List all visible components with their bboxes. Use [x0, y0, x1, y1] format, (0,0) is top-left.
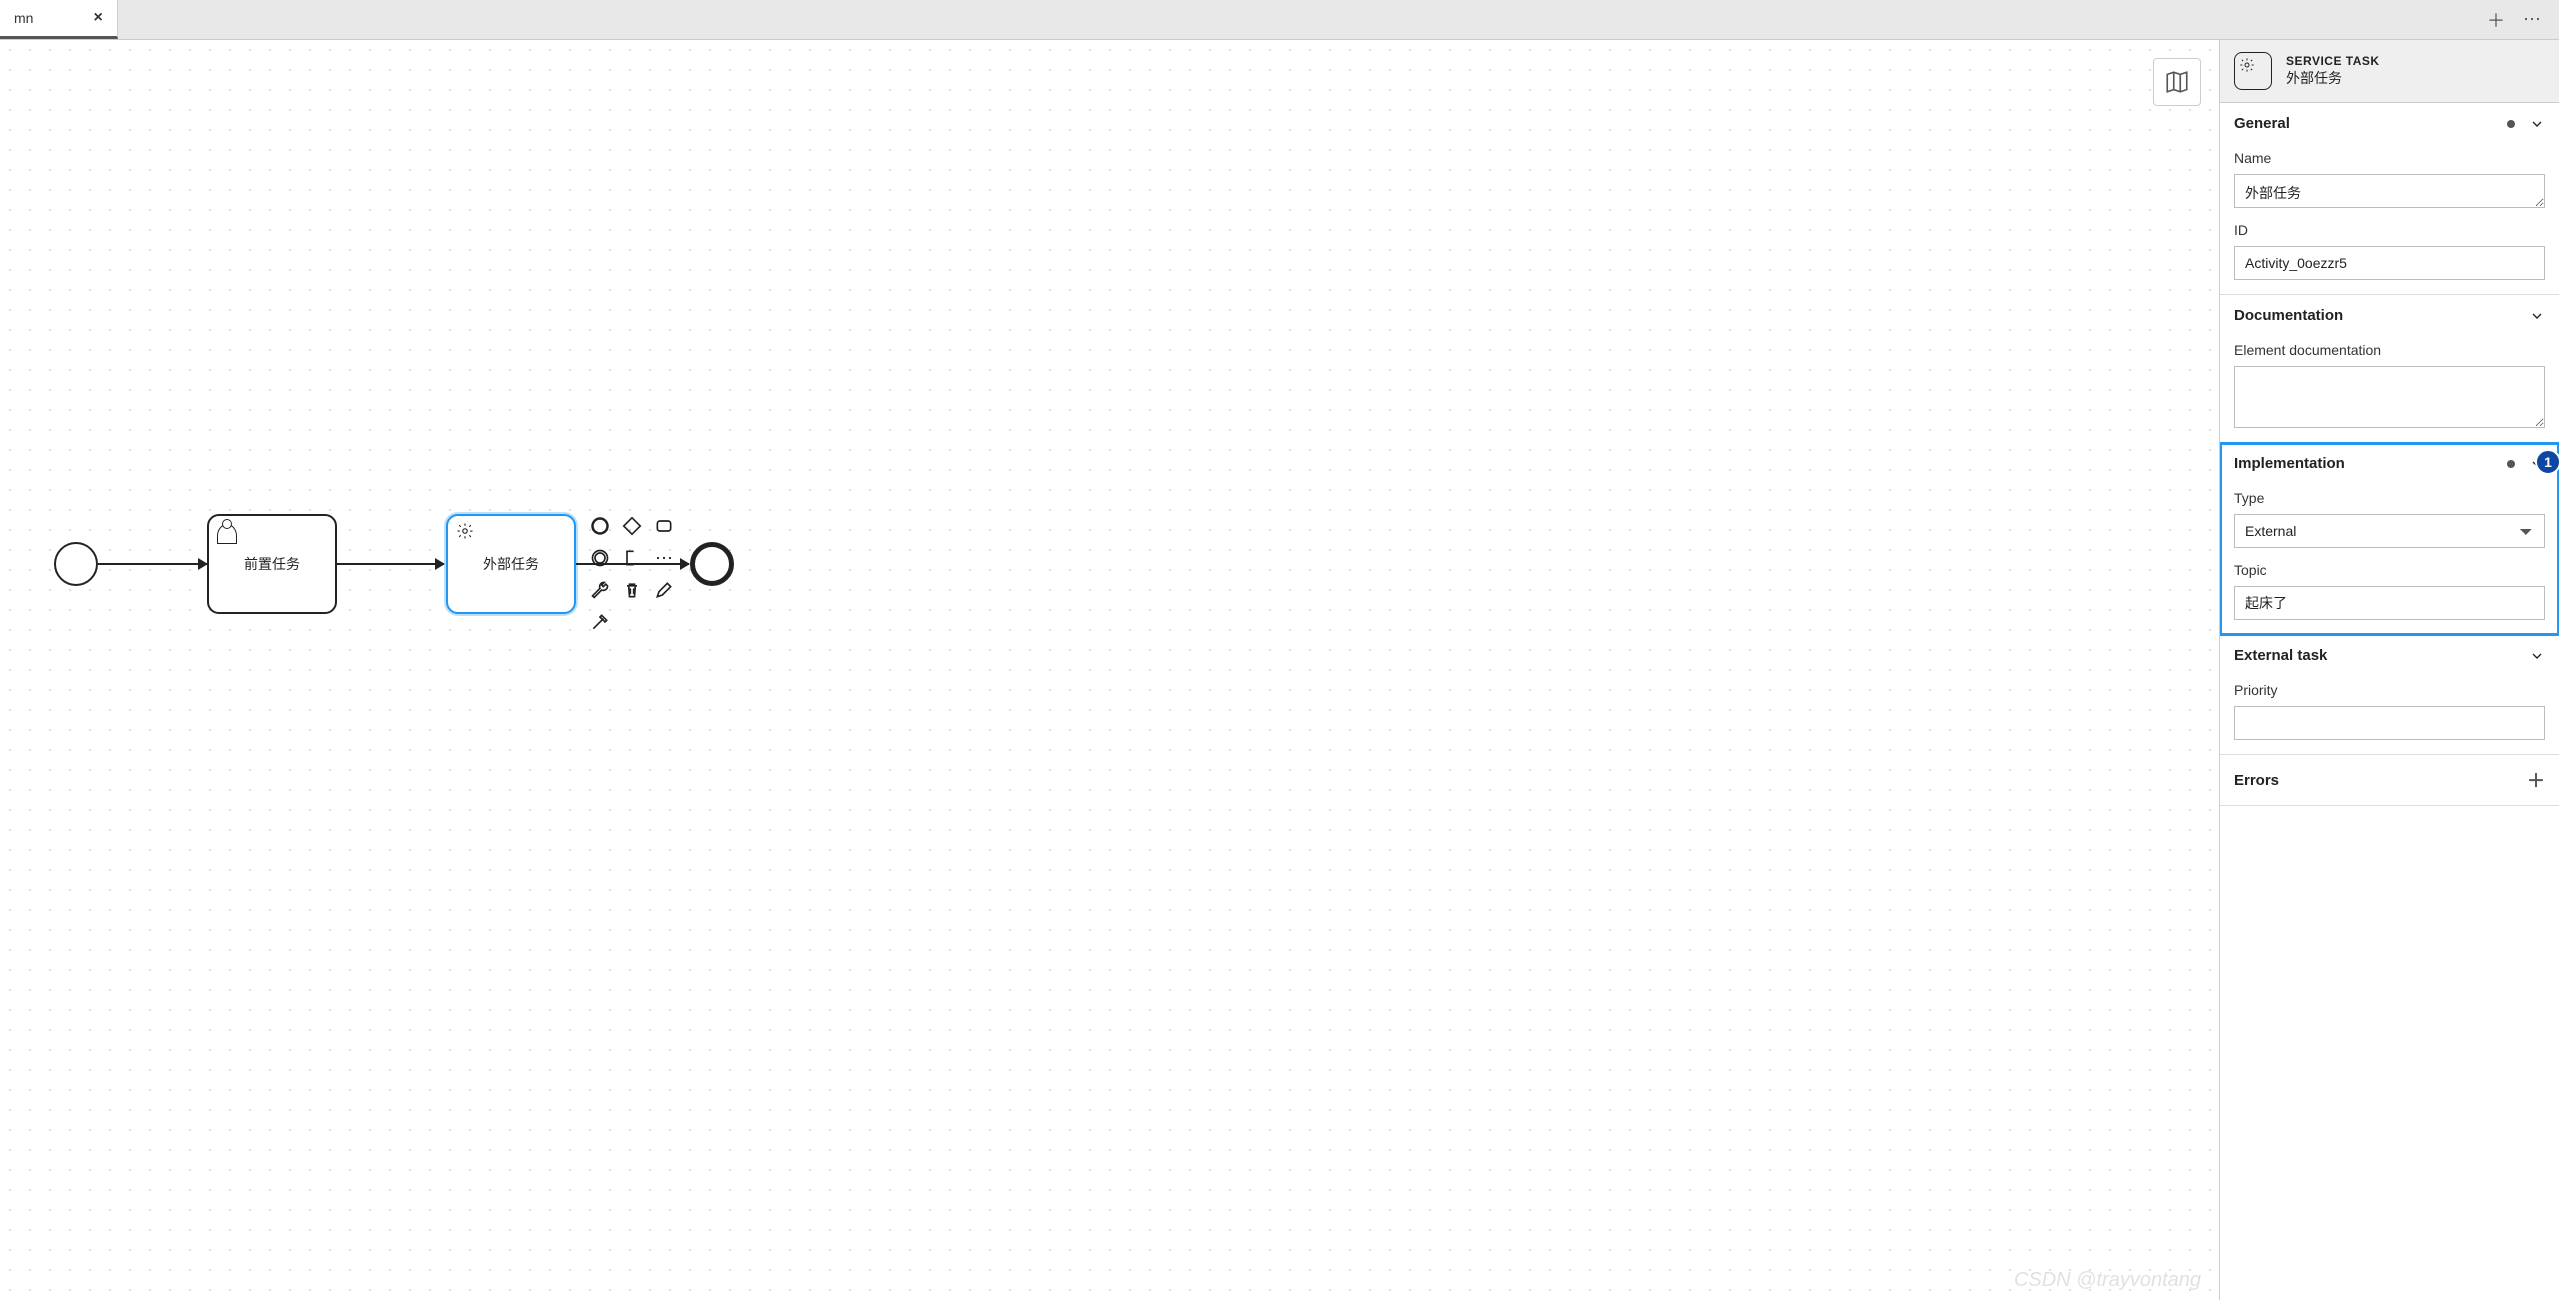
section-general: General Name ID — [2220, 103, 2559, 295]
section-errors: Errors ＋ — [2220, 755, 2559, 806]
element-documentation-input[interactable] — [2234, 366, 2545, 428]
pad-delete-icon[interactable] — [618, 576, 646, 604]
tab-bar: mn × ＋ ⋯ — [0, 0, 2559, 40]
element-type: SERVICE TASK — [2286, 54, 2380, 68]
pad-connect-icon[interactable] — [586, 608, 614, 636]
user-icon — [217, 522, 237, 542]
section-general-toggle[interactable]: General — [2220, 103, 2559, 144]
topic-label: Topic — [2234, 562, 2545, 578]
name-label: Name — [2234, 150, 2545, 166]
tab-file[interactable]: mn × — [0, 0, 118, 39]
add-tab-icon[interactable]: ＋ — [2487, 7, 2505, 33]
dot-icon — [2507, 120, 2515, 128]
start-event[interactable] — [54, 542, 98, 586]
close-icon[interactable]: × — [93, 9, 102, 27]
context-pad: ⋯ — [586, 512, 678, 636]
sequence-flow[interactable] — [337, 563, 444, 565]
section-implementation-toggle[interactable]: Implementation — [2220, 443, 2559, 484]
section-documentation: Documentation Element documentation — [2220, 295, 2559, 443]
pad-color-icon[interactable] — [650, 576, 678, 604]
pad-end-event-icon[interactable] — [586, 512, 614, 540]
pad-more-icon[interactable]: ⋯ — [650, 544, 678, 572]
section-errors-toggle[interactable]: Errors ＋ — [2220, 755, 2559, 805]
gear-icon — [456, 522, 476, 542]
element-documentation-label: Element documentation — [2234, 342, 2545, 358]
more-icon[interactable]: ⋯ — [2523, 9, 2541, 30]
properties-header: SERVICE TASK 外部任务 — [2220, 40, 2559, 103]
pad-task-icon[interactable] — [650, 512, 678, 540]
service-task[interactable]: 外部任务 — [446, 514, 576, 614]
section-documentation-toggle[interactable]: Documentation — [2220, 295, 2559, 336]
section-external-task-toggle[interactable]: External task — [2220, 635, 2559, 676]
properties-panel: SERVICE TASK 外部任务 General Name ID — [2219, 40, 2559, 1300]
id-label: ID — [2234, 222, 2545, 238]
type-label: Type — [2234, 490, 2545, 506]
chevron-down-icon — [2529, 116, 2545, 132]
element-name: 外部任务 — [2286, 68, 2380, 88]
diagram-canvas[interactable]: 前置任务 外部任务 ⋯ — [0, 40, 2219, 1300]
pad-gateway-icon[interactable] — [618, 512, 646, 540]
pad-intermediate-event-icon[interactable] — [586, 544, 614, 572]
pad-annotation-icon[interactable] — [618, 544, 646, 572]
priority-label: Priority — [2234, 682, 2545, 698]
sequence-flow[interactable] — [98, 563, 207, 565]
dot-icon — [2507, 460, 2515, 468]
section-external-task: External task Priority — [2220, 635, 2559, 755]
task-label: 外部任务 — [483, 554, 539, 574]
annotation-badge: 1 — [2535, 449, 2559, 475]
pad-wrench-icon[interactable] — [586, 576, 614, 604]
tab-label: mn — [14, 10, 33, 26]
topic-input[interactable] — [2234, 586, 2545, 620]
end-event[interactable] — [690, 542, 734, 586]
sequence-flow[interactable] — [576, 563, 689, 565]
section-implementation: 1 Implementation Type External Topic — [2220, 443, 2559, 635]
priority-input[interactable] — [2234, 706, 2545, 740]
plus-icon[interactable]: ＋ — [2527, 767, 2545, 793]
name-input[interactable] — [2234, 174, 2545, 208]
chevron-down-icon — [2529, 308, 2545, 324]
chevron-down-icon — [2529, 648, 2545, 664]
id-input[interactable] — [2234, 246, 2545, 280]
task-label: 前置任务 — [244, 554, 300, 574]
user-task[interactable]: 前置任务 — [207, 514, 337, 614]
type-select[interactable]: External — [2234, 514, 2545, 548]
service-task-icon — [2234, 52, 2272, 90]
